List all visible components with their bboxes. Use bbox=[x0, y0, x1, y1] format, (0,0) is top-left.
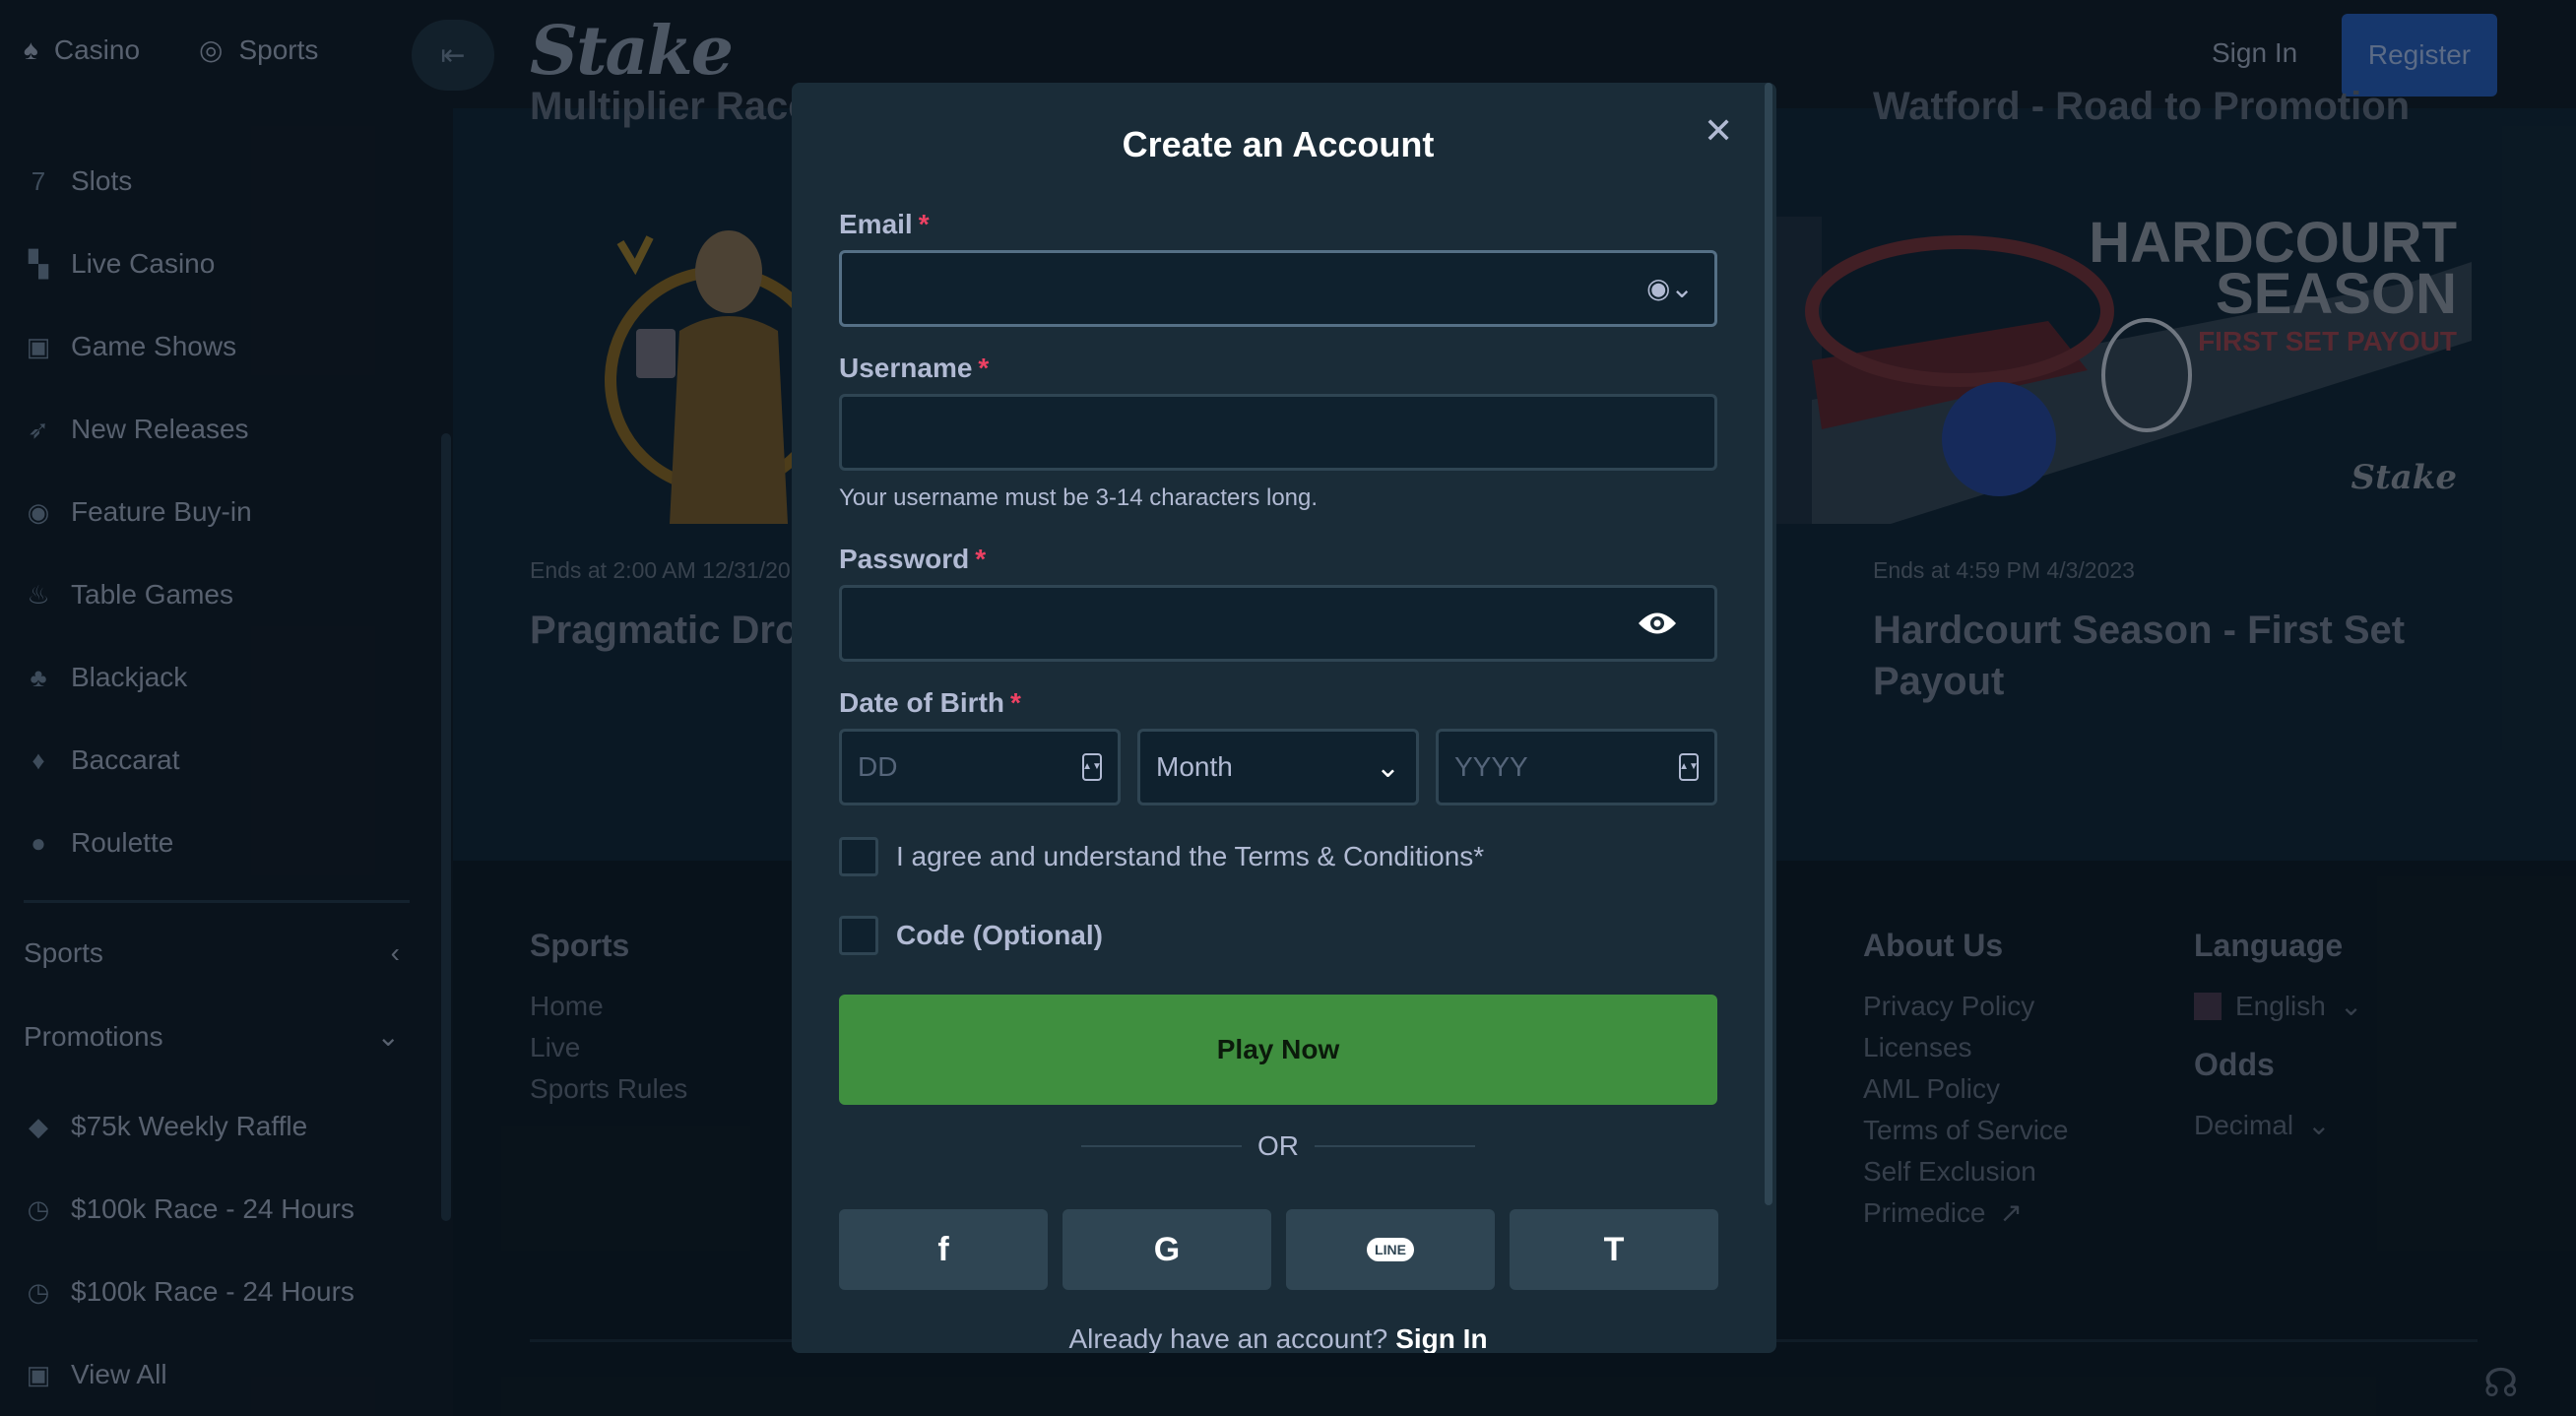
eye-icon[interactable] bbox=[1637, 609, 1678, 638]
password-label-text: Password bbox=[839, 544, 970, 574]
play-now-button[interactable]: Play Now bbox=[839, 995, 1717, 1105]
password-label: Password * bbox=[839, 544, 986, 575]
or-divider: OR bbox=[1081, 1130, 1475, 1162]
twitch-login-button[interactable]: T bbox=[1510, 1209, 1718, 1290]
dob-year-placeholder: YYYY bbox=[1454, 751, 1528, 782]
modal-scrollbar[interactable] bbox=[1765, 83, 1772, 1205]
facebook-login-button[interactable]: f bbox=[839, 1209, 1048, 1290]
twitch-icon: T bbox=[1603, 1230, 1625, 1268]
dob-year-input[interactable]: YYYY ▲▼ bbox=[1436, 729, 1717, 805]
google-icon: G bbox=[1153, 1230, 1181, 1268]
required-marker: * bbox=[1010, 687, 1021, 718]
modal-title: Create an Account bbox=[1122, 124, 1435, 164]
chevron-down-icon: ⌄ bbox=[1375, 750, 1400, 784]
already-text: Already have an account? bbox=[1068, 1323, 1388, 1353]
already-have-account: Already have an account? Sign In bbox=[792, 1323, 1765, 1353]
email-field[interactable] bbox=[839, 250, 1717, 327]
divider-line bbox=[1315, 1145, 1475, 1147]
line-login-button[interactable]: LINE bbox=[1286, 1209, 1495, 1290]
close-icon[interactable]: ✕ bbox=[1704, 110, 1733, 152]
stepper-icon[interactable]: ▲▼ bbox=[1082, 753, 1102, 781]
password-field[interactable] bbox=[839, 585, 1717, 662]
required-marker: * bbox=[978, 353, 990, 383]
dob-label-text: Date of Birth bbox=[839, 687, 1004, 718]
divider-line bbox=[1081, 1145, 1242, 1147]
autofill-user-icon[interactable]: ◉⌄ bbox=[1646, 272, 1694, 304]
or-text: OR bbox=[1257, 1130, 1299, 1161]
dob-month-value: Month bbox=[1156, 751, 1233, 782]
dob-month-select[interactable]: Month ⌄ bbox=[1137, 729, 1419, 805]
username-label: Username * bbox=[839, 353, 989, 384]
line-icon: LINE bbox=[1367, 1238, 1414, 1261]
code-checkbox[interactable] bbox=[839, 916, 878, 955]
stepper-icon[interactable]: ▲▼ bbox=[1679, 753, 1699, 781]
required-marker: * bbox=[918, 209, 930, 239]
dob-label: Date of Birth * bbox=[839, 687, 1021, 719]
terms-label: I agree and understand the Terms & Condi… bbox=[896, 841, 1485, 871]
dob-day-placeholder: DD bbox=[858, 751, 898, 782]
username-label-text: Username bbox=[839, 353, 973, 383]
username-field[interactable] bbox=[839, 394, 1717, 471]
terms-checkbox-row[interactable]: I agree and understand the Terms & Condi… bbox=[839, 837, 1484, 876]
dob-day-input[interactable]: DD ▲▼ bbox=[839, 729, 1121, 805]
google-login-button[interactable]: G bbox=[1063, 1209, 1271, 1290]
username-hint: Your username must be 3-14 characters lo… bbox=[839, 484, 1319, 511]
code-checkbox-row[interactable]: Code (Optional) bbox=[839, 916, 1103, 955]
code-label: Code (Optional) bbox=[896, 920, 1103, 950]
create-account-modal: Create an Account ✕ Email * ◉⌄ Username * … bbox=[792, 83, 1776, 1353]
email-label: Email * bbox=[839, 209, 930, 240]
email-label-text: Email bbox=[839, 209, 913, 239]
terms-checkbox[interactable] bbox=[839, 837, 878, 876]
facebook-icon: f bbox=[937, 1230, 949, 1268]
modal-sign-in-link[interactable]: Sign In bbox=[1395, 1323, 1487, 1353]
required-marker: * bbox=[975, 544, 987, 574]
